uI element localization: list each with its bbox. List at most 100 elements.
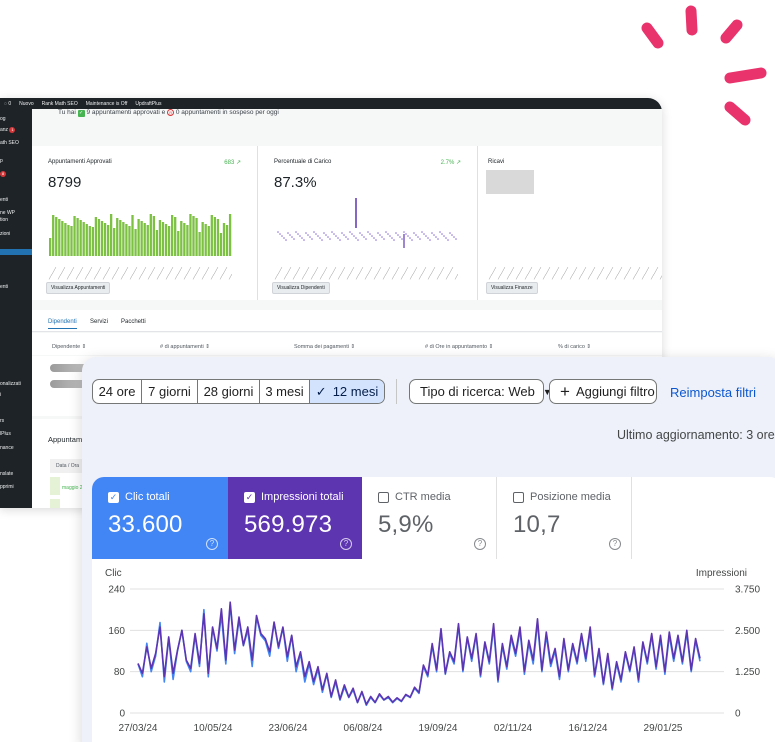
x-tick: 27/03/24: [119, 723, 158, 734]
checkbox-icon[interactable]: [378, 491, 389, 503]
point: [357, 239, 359, 241]
wp-adminbar-new[interactable]: Nuovo: [19, 101, 33, 107]
checkbox-checked-icon[interactable]: ✓: [108, 491, 119, 503]
point: [297, 233, 299, 235]
bar: [216, 219, 220, 256]
y-tick-right: 1.250: [735, 667, 760, 678]
range-24h-button[interactable]: 24 ore: [93, 380, 142, 403]
point: [381, 236, 383, 238]
sidebar-item[interactable]: ne WP: [0, 210, 15, 216]
sidebar-item[interactable]: enti: [0, 284, 8, 290]
point: [401, 238, 403, 240]
bar: [122, 222, 125, 256]
bar: [137, 219, 140, 256]
point: [409, 237, 411, 239]
search-type-dropdown[interactable]: Tipo di ricerca: Web ▼: [409, 379, 552, 404]
point: [337, 237, 339, 239]
bar: [198, 232, 201, 256]
sidebar-item[interactable]: nslate: [0, 471, 13, 477]
column-header[interactable]: % di carico ⇕: [558, 344, 591, 350]
y-tick-right: 3.750: [735, 585, 760, 596]
bar: [164, 224, 168, 256]
column-header[interactable]: # di appuntamenti ⇕: [160, 344, 210, 350]
checkbox-icon[interactable]: [513, 491, 524, 503]
range-7d-button[interactable]: 7 giorni: [142, 380, 198, 403]
x-tick: 06/08/24: [344, 723, 383, 734]
tab-employees[interactable]: Dipendenti: [48, 319, 77, 329]
date-ticks: ────────────────────────────────────────…: [46, 266, 232, 282]
metric-total-impressions[interactable]: ✓ Impressioni totali 569.973 ?: [228, 477, 362, 559]
appointment-date[interactable]: maggio 2: [62, 485, 83, 491]
point: [329, 238, 331, 240]
metric-average-ctr[interactable]: CTR media 5,9% ?: [362, 477, 497, 559]
sidebar-item-active[interactable]: [0, 249, 32, 255]
help-icon[interactable]: ?: [609, 538, 621, 550]
point: [403, 231, 405, 233]
help-icon[interactable]: ?: [340, 538, 352, 550]
point: [277, 231, 279, 233]
view-employees-button[interactable]: Visualizza Dipendenti: [272, 282, 330, 294]
appointments-bar-chart: [49, 214, 232, 256]
sidebar-item[interactable]: ath SEO: [0, 140, 19, 146]
point: [435, 236, 437, 238]
point: [345, 236, 347, 238]
metric-average-position[interactable]: Posizione media 10,7 ?: [497, 477, 632, 559]
range-3m-button[interactable]: 3 mesi: [260, 380, 310, 403]
point: [419, 238, 421, 240]
bar: [204, 224, 207, 256]
sidebar-item[interactable]: anz 1: [0, 127, 16, 133]
tab-services[interactable]: Servizi: [90, 319, 108, 325]
bar: [103, 223, 107, 256]
column-header[interactable]: # di Ore in appuntamento ⇕: [425, 344, 493, 350]
tab-packages[interactable]: Pacchetti: [121, 319, 146, 325]
metric-total-clicks[interactable]: ✓ Clic totali 33.600 ?: [92, 477, 228, 559]
point: [293, 238, 295, 240]
sidebar-item[interactable]: tion: [0, 217, 8, 223]
x-tick: 29/01/25: [644, 723, 683, 734]
wp-adminbar-maintenance[interactable]: Maintenance is Off: [86, 101, 128, 107]
comments-icon[interactable]: ◌ 0: [4, 101, 11, 107]
point: [305, 232, 307, 234]
add-filter-button[interactable]: + Aggiungi filtro: [549, 379, 657, 404]
help-icon[interactable]: ?: [206, 538, 218, 550]
help-icon[interactable]: ?: [474, 538, 486, 550]
range-12m-button[interactable]: ✓ 12 mesi: [310, 380, 384, 403]
sidebar-item[interactable]: 8: [0, 171, 6, 177]
point: [331, 231, 333, 233]
point: [281, 235, 283, 237]
sidebar-item[interactable]: og: [0, 116, 6, 122]
sidebar-item[interactable]: rs: [0, 418, 4, 424]
left-axis-label: Clic: [105, 568, 122, 579]
sidebar-item[interactable]: nance: [0, 445, 14, 451]
point: [417, 236, 419, 238]
sidebar-item[interactable]: pprimi: [0, 484, 14, 490]
y-tick-left: 80: [114, 667, 126, 678]
column-header[interactable]: Dipendente ⇕: [52, 344, 86, 350]
wp-adminbar-rankmath[interactable]: Rank Math SEO: [42, 101, 78, 107]
column-header[interactable]: Somma dei pagamenti ⇕: [294, 344, 355, 350]
point: [351, 233, 353, 235]
view-appointments-button[interactable]: Visualizza Appuntamenti: [46, 282, 111, 294]
notification-badge: 1: [9, 127, 16, 133]
wp-adminbar-updraft[interactable]: UpdraftPlus: [135, 101, 161, 107]
point: [299, 235, 301, 237]
bar: [174, 217, 177, 256]
range-28d-button[interactable]: 28 giorni: [198, 380, 260, 403]
bar: [161, 222, 165, 256]
sidebar-item[interactable]: onalizzati: [0, 381, 21, 387]
x-tick: 19/09/24: [419, 723, 458, 734]
bar: [73, 216, 76, 256]
view-finances-button[interactable]: Visualizza Finanze: [486, 282, 538, 294]
bar: [125, 224, 128, 256]
sidebar-item[interactable]: zioni: [0, 231, 10, 237]
bar: [210, 215, 213, 256]
bar: [177, 231, 180, 256]
checkbox-checked-icon[interactable]: ✓: [244, 491, 255, 503]
sidebar-item[interactable]: lPlus: [0, 431, 11, 437]
sidebar-item[interactable]: enti: [0, 197, 8, 203]
point: [395, 232, 397, 234]
status-stripe: [50, 499, 60, 508]
sidebar-item[interactable]: p: [0, 158, 3, 164]
reset-filters-link[interactable]: Reimposta filtri: [670, 385, 756, 400]
sidebar-item[interactable]: i: [0, 392, 1, 398]
